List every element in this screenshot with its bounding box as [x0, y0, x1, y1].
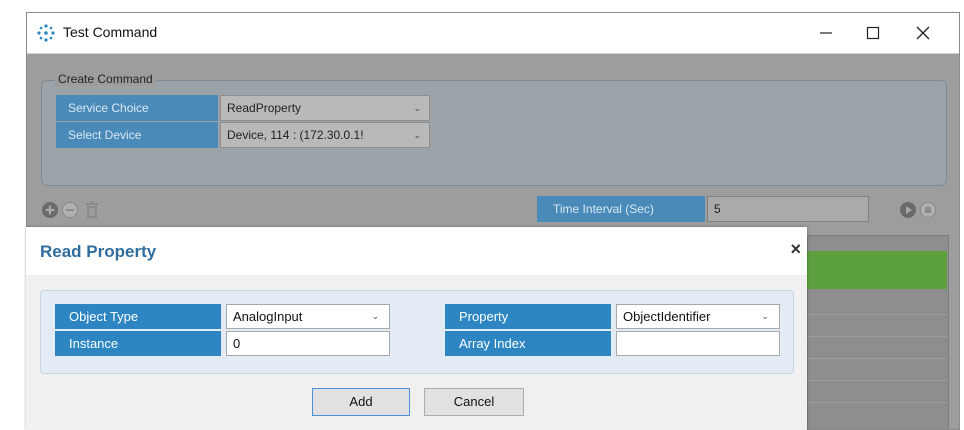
service-choice-label: Service Choice: [56, 95, 218, 121]
dialog-form-panel: Object Type AnalogInput ⌄ Instance 0 Pro…: [40, 290, 794, 374]
minimize-button[interactable]: [812, 19, 840, 47]
stop-circle-icon[interactable]: [919, 201, 937, 219]
service-choice-row: Service Choice ReadProperty ⌄: [56, 95, 430, 121]
instance-input[interactable]: 0: [226, 331, 390, 356]
dialog-title: Read Property: [40, 242, 157, 261]
time-interval-label: Time Interval (Sec): [537, 196, 705, 222]
add-circle-icon[interactable]: [41, 201, 59, 219]
dialog-close-button[interactable]: ×: [790, 239, 801, 260]
select-device-select[interactable]: Device, 114 : (172.30.0.1! ⌄: [220, 122, 430, 148]
chevron-down-icon: ⌄: [371, 311, 379, 321]
window-title: Test Command: [63, 24, 158, 40]
minimize-icon: [820, 32, 832, 34]
array-index-label: Array Index: [445, 331, 611, 356]
array-index-input[interactable]: [616, 331, 780, 356]
create-command-group: Create Command Service Choice ReadProper…: [41, 72, 947, 186]
property-select[interactable]: ObjectIdentifier ⌄: [616, 304, 780, 329]
close-icon: ×: [790, 239, 801, 259]
object-type-label: Object Type: [55, 304, 221, 329]
cancel-button[interactable]: Cancel: [424, 388, 524, 416]
time-interval-input[interactable]: 5: [707, 196, 869, 222]
property-label: Property: [445, 304, 611, 329]
property-value: ObjectIdentifier: [623, 309, 711, 324]
chevron-down-icon: ⌄: [761, 311, 769, 321]
group-legend: Create Command: [54, 72, 157, 86]
instance-label: Instance: [55, 331, 221, 356]
window-close-button[interactable]: [909, 19, 937, 47]
close-icon: [916, 26, 930, 40]
app-logo-icon: [37, 24, 55, 42]
title-bar: Test Command: [27, 13, 959, 54]
service-choice-select[interactable]: ReadProperty ⌄: [220, 95, 430, 121]
trash-icon[interactable]: [83, 201, 101, 219]
select-device-value: Device, 114 : (172.30.0.1!: [227, 128, 364, 142]
read-property-dialog: Read Property × Object Type AnalogInput …: [26, 227, 807, 430]
maximize-icon: [866, 26, 880, 40]
dialog-header: Read Property ×: [26, 227, 807, 275]
object-type-value: AnalogInput: [233, 309, 303, 324]
object-type-select[interactable]: AnalogInput ⌄: [226, 304, 390, 329]
play-circle-icon[interactable]: [899, 201, 917, 219]
service-choice-value: ReadProperty: [227, 101, 302, 115]
results-header-bar: [807, 251, 947, 289]
chevron-down-icon: ⌄: [413, 103, 421, 113]
chevron-down-icon: ⌄: [413, 130, 421, 140]
maximize-button[interactable]: [859, 19, 887, 47]
remove-circle-icon[interactable]: [61, 201, 79, 219]
add-button[interactable]: Add: [312, 388, 410, 416]
select-device-label: Select Device: [56, 122, 218, 148]
select-device-row: Select Device Device, 114 : (172.30.0.1!…: [56, 122, 430, 148]
